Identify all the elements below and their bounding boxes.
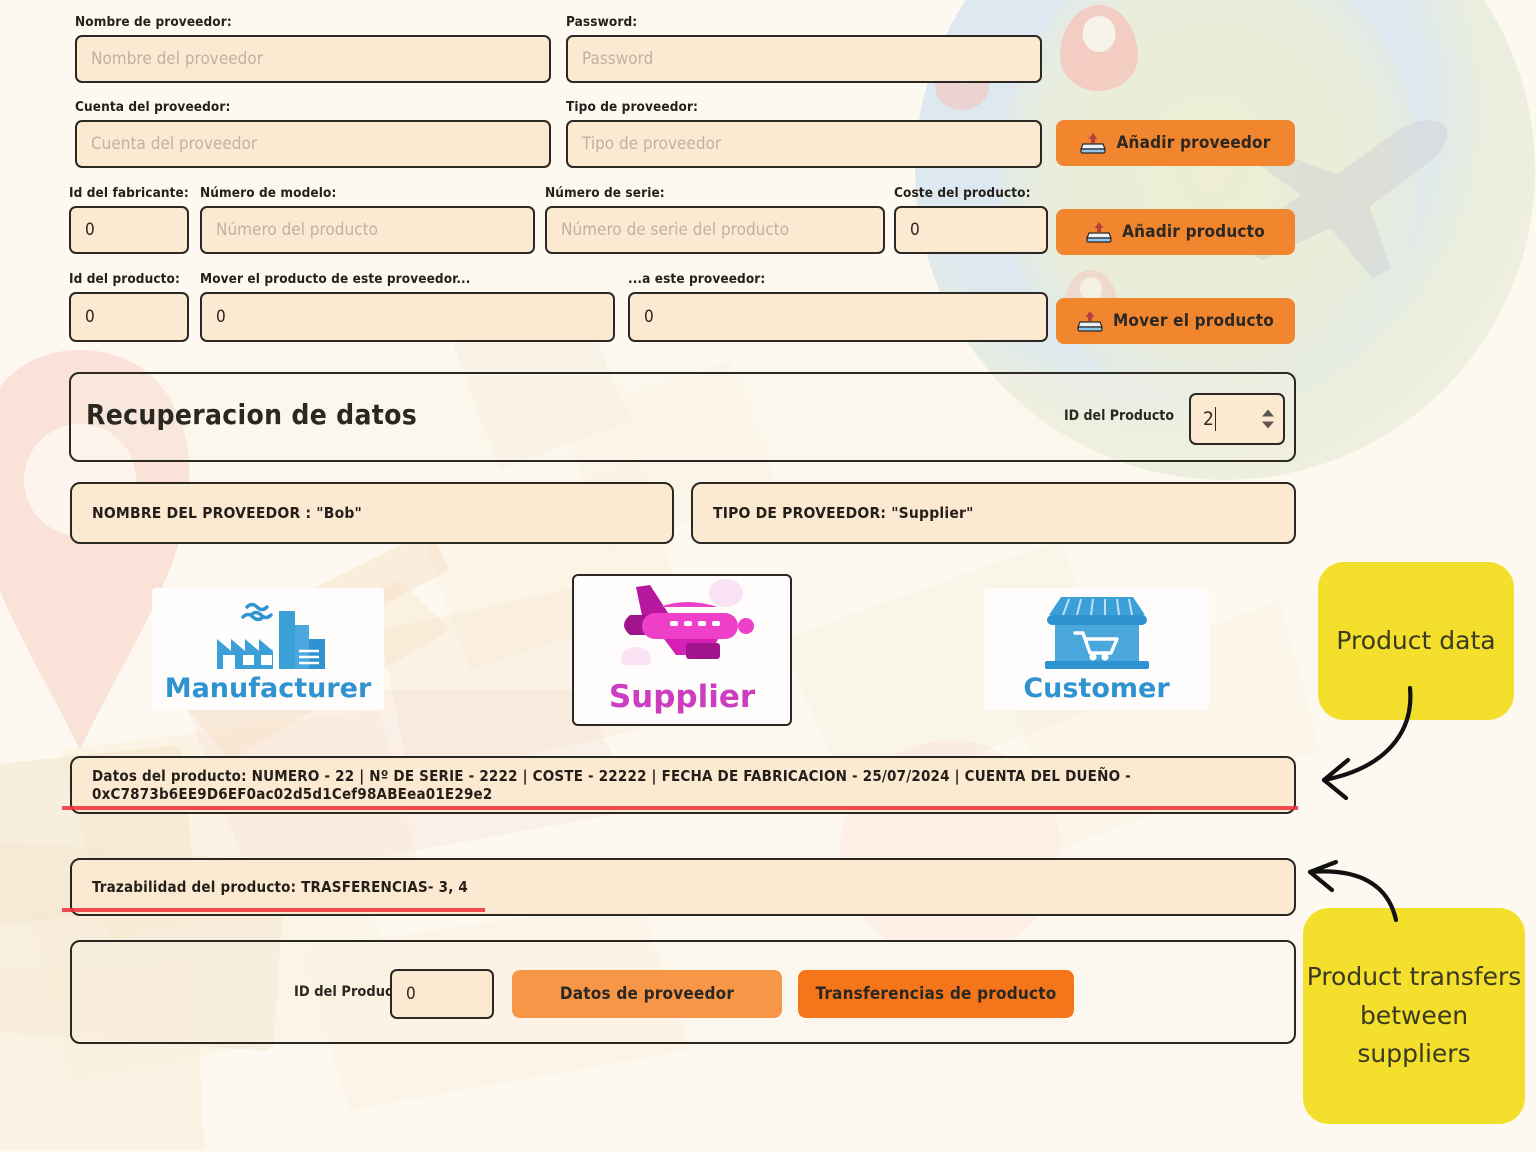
field-group-model-number: Número de modelo: Número del producto — [200, 185, 535, 254]
label-supplier-name: Nombre de proveedor: — [75, 14, 232, 30]
label-product-cost: Coste del producto: — [894, 185, 1031, 201]
supplier-account-input[interactable]: Cuenta del proveedor — [75, 120, 551, 168]
field-group-supplier-type: Tipo de proveedor: Tipo de proveedor — [566, 99, 1042, 168]
product-id-input[interactable]: 0 — [69, 292, 189, 342]
data-retrieval-panel: Recuperacion de datos ID del Producto 2 — [69, 372, 1296, 462]
field-group-supplier-name: Nombre de proveedor: Nombre del proveedo… — [75, 14, 551, 83]
move-to-input[interactable]: 0 — [628, 292, 1048, 342]
factory-icon — [217, 602, 325, 669]
field-group-supplier-account: Cuenta del proveedor: Cuenta del proveed… — [75, 99, 551, 168]
retrieval-product-id-value: 2 — [1203, 408, 1214, 430]
move-from-input[interactable]: 0 — [200, 292, 615, 342]
password-input[interactable]: Password — [566, 35, 1042, 83]
callout-arrow-product-transfers — [1307, 859, 1399, 923]
field-group-serial-number: Número de serie: Número de serie del pro… — [545, 185, 885, 254]
label-supplier-account: Cuenta del proveedor: — [75, 99, 231, 115]
product-transfers-label: Transferencias de producto — [815, 984, 1057, 1004]
field-group-move-from: Mover el producto de este proveedor... 0 — [200, 271, 615, 342]
traceability-underline — [62, 908, 485, 912]
move-product-button[interactable]: Mover el producto — [1056, 298, 1295, 344]
stepper-buttons[interactable] — [1262, 409, 1274, 429]
serial-number-input[interactable]: Número de serie del producto — [545, 206, 885, 254]
callout-product-transfers-text: Product transfers between suppliers — [1306, 961, 1522, 1069]
add-supplier-button[interactable]: Añadir proveedor — [1056, 120, 1295, 166]
result-supplier-type: TIPO DE PROVEEDOR: "Supplier" — [691, 482, 1296, 544]
stepper-up-icon[interactable] — [1262, 409, 1274, 417]
upload-tray-icon — [1077, 311, 1103, 332]
airplane-icon — [620, 579, 754, 665]
footer-panel: ID del Producto 0 Datos de proveedor Tra… — [70, 940, 1296, 1044]
storefront-icon — [1044, 597, 1149, 669]
role-card-manufacturer[interactable]: Manufacturer — [152, 588, 384, 710]
label-serial-number: Número de serie: — [545, 185, 665, 201]
upload-tray-icon — [1086, 222, 1112, 243]
label-manufacturer-id: Id del fabricante: — [69, 185, 189, 201]
add-supplier-label: Añadir proveedor — [1116, 133, 1271, 153]
model-number-input[interactable]: Número del producto — [200, 206, 535, 254]
label-supplier-type: Tipo de proveedor: — [566, 99, 698, 115]
label-move-from: Mover el producto de este proveedor... — [200, 271, 471, 287]
field-group-manufacturer-id: Id del fabricante: 0 — [69, 185, 189, 254]
supplier-data-label: Datos de proveedor — [559, 984, 735, 1004]
callout-arrow-product-data — [1321, 685, 1413, 801]
role-card-manufacturer-label: Manufacturer — [164, 673, 372, 704]
role-card-supplier-label: Supplier — [608, 679, 756, 715]
manufacturer-id-input[interactable]: 0 — [69, 206, 189, 254]
supplier-type-input[interactable]: Tipo de proveedor — [566, 120, 1042, 168]
move-product-label: Mover el producto — [1112, 311, 1274, 331]
field-group-product-id: Id del producto: 0 — [69, 271, 189, 342]
field-group-move-to: ...a este proveedor: 0 — [628, 271, 1048, 342]
role-card-customer-label: Customer — [1023, 673, 1170, 704]
retrieval-product-id-stepper[interactable]: 2 — [1189, 393, 1285, 445]
footer-product-id-input[interactable]: 0 — [390, 969, 494, 1019]
add-product-label: Añadir producto — [1122, 222, 1265, 242]
label-password: Password: — [566, 14, 638, 30]
label-model-number: Número de modelo: — [200, 185, 337, 201]
result-supplier-name: NOMBRE DEL PROVEEDOR : "Bob" — [70, 482, 674, 544]
product-cost-input[interactable]: 0 — [894, 206, 1048, 254]
product-transfers-button[interactable]: Transferencias de producto — [798, 970, 1074, 1018]
add-product-button[interactable]: Añadir producto — [1056, 209, 1295, 255]
role-card-customer[interactable]: Customer — [984, 588, 1209, 710]
label-move-to: ...a este proveedor: — [628, 271, 766, 287]
label-product-id: Id del producto: — [69, 271, 180, 287]
supplier-name-input[interactable]: Nombre del proveedor — [75, 35, 551, 83]
retrieval-title: Recuperacion de datos — [86, 398, 418, 431]
retrieval-product-id-label: ID del Producto — [1063, 408, 1174, 424]
upload-tray-icon — [1080, 133, 1107, 154]
callout-product-data-text: Product data — [1336, 625, 1496, 655]
product-data-underline — [62, 806, 1298, 810]
role-card-supplier[interactable]: Supplier — [572, 574, 792, 726]
field-group-password: Password: Password — [566, 14, 1042, 83]
supplier-data-button[interactable]: Datos de proveedor — [512, 970, 782, 1018]
field-group-product-cost: Coste del producto: 0 — [894, 185, 1048, 254]
stepper-down-icon[interactable] — [1262, 421, 1274, 429]
